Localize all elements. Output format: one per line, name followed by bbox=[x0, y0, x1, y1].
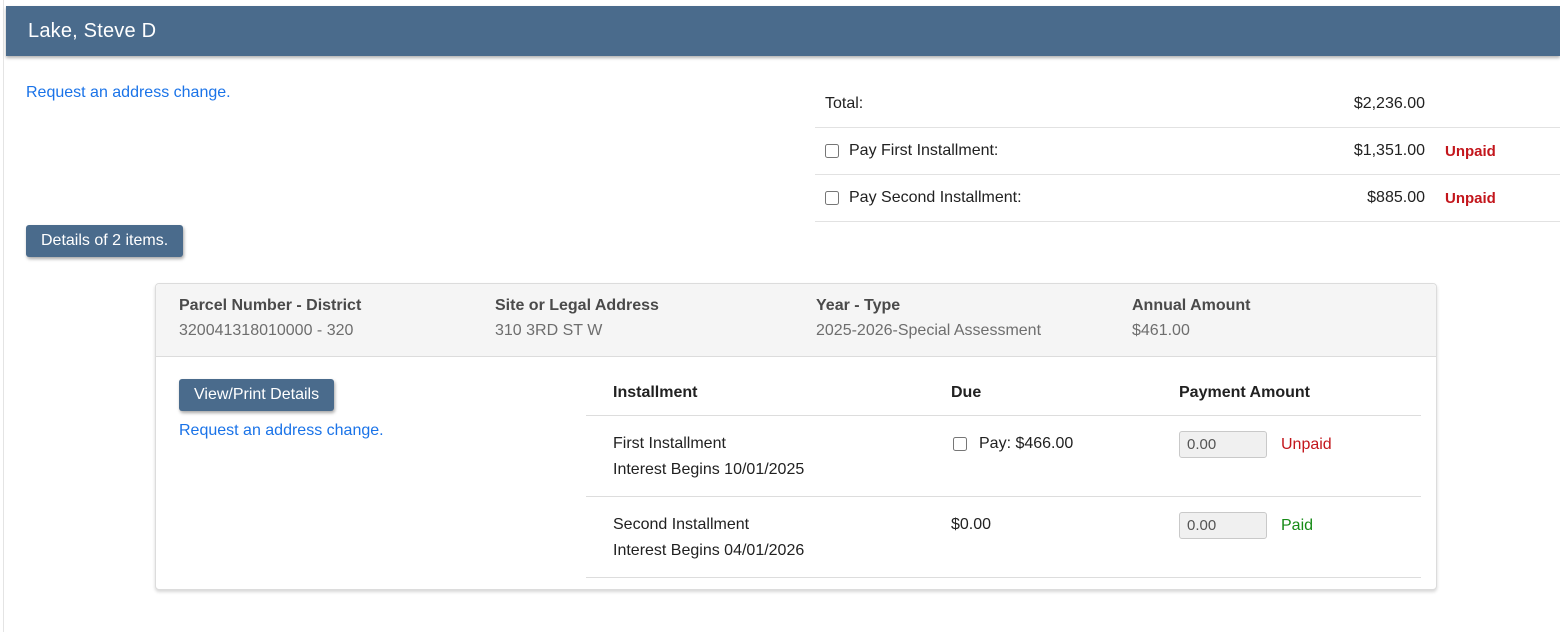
second-installment-label: Pay Second Installment: bbox=[849, 189, 1285, 207]
parcel-card: Parcel Number - District 320041318010000… bbox=[155, 283, 1437, 590]
account-name: Lake, Steve D bbox=[28, 20, 156, 43]
installment-column-header: Installment bbox=[613, 384, 951, 402]
page-left-border bbox=[3, 0, 4, 632]
installment-status: Paid bbox=[1281, 512, 1313, 539]
totals-table: Total: $2,236.00 Pay First Installment: … bbox=[815, 81, 1560, 222]
total-amount: $2,236.00 bbox=[1285, 95, 1425, 113]
installment-name: Second Installment bbox=[613, 512, 951, 538]
due-amount: $0.00 bbox=[951, 512, 991, 538]
address-change-link-card[interactable]: Request an address change. bbox=[179, 422, 384, 440]
annual-amount-value: $461.00 bbox=[1132, 322, 1436, 340]
payment-amount-input[interactable] bbox=[1179, 431, 1267, 458]
year-type-label: Year - Type bbox=[816, 297, 1132, 315]
parcel-card-body: View/Print Details Request an address ch… bbox=[156, 357, 1436, 592]
parcel-number-column: Parcel Number - District 320041318010000… bbox=[179, 297, 495, 340]
year-type-value: 2025-2026-Special Assessment bbox=[816, 322, 1132, 340]
first-installment-table-row: First Installment Interest Begins 10/01/… bbox=[586, 416, 1421, 497]
pay-second-installment-checkbox[interactable] bbox=[825, 191, 839, 205]
annual-amount-column: Annual Amount $461.00 bbox=[1132, 297, 1436, 340]
site-address-label: Site or Legal Address bbox=[495, 297, 816, 315]
site-address-value: 310 3RD ST W bbox=[495, 322, 816, 340]
first-installment-amount: $1,351.00 bbox=[1285, 142, 1425, 160]
payment-amount-input[interactable] bbox=[1179, 512, 1267, 539]
first-installment-label: Pay First Installment: bbox=[849, 142, 1285, 160]
view-print-details-button[interactable]: View/Print Details bbox=[179, 379, 334, 411]
year-type-column: Year - Type 2025-2026-Special Assessment bbox=[816, 297, 1132, 340]
payment-amount-column-header: Payment Amount bbox=[1179, 384, 1421, 402]
installment-table: Installment Due Payment Amount First Ins… bbox=[586, 382, 1421, 578]
second-installment-status: Unpaid bbox=[1425, 190, 1560, 207]
interest-begins: Interest Begins 04/01/2026 bbox=[613, 538, 951, 564]
parcel-number-label: Parcel Number - District bbox=[179, 297, 495, 315]
parcel-card-header: Parcel Number - District 320041318010000… bbox=[156, 284, 1436, 357]
installment-name: First Installment bbox=[613, 431, 951, 457]
pay-first-installment-checkbox[interactable] bbox=[825, 144, 839, 158]
installment-status: Unpaid bbox=[1281, 431, 1332, 458]
due-amount: Pay: $466.00 bbox=[979, 431, 1073, 457]
details-button[interactable]: Details of 2 items. bbox=[26, 225, 183, 257]
account-header-bar: Lake, Steve D bbox=[6, 6, 1560, 56]
pay-installment-checkbox[interactable] bbox=[953, 437, 967, 451]
total-row: Total: $2,236.00 bbox=[815, 81, 1560, 128]
installment-table-header: Installment Due Payment Amount bbox=[586, 382, 1421, 416]
second-installment-row: Pay Second Installment: $885.00 Unpaid bbox=[815, 175, 1560, 222]
second-installment-amount: $885.00 bbox=[1285, 189, 1425, 207]
second-installment-table-row: Second Installment Interest Begins 04/01… bbox=[586, 497, 1421, 578]
due-column-header: Due bbox=[951, 384, 1179, 402]
first-installment-row: Pay First Installment: $1,351.00 Unpaid bbox=[815, 128, 1560, 175]
site-address-column: Site or Legal Address 310 3RD ST W bbox=[495, 297, 816, 340]
annual-amount-label: Annual Amount bbox=[1132, 297, 1436, 315]
first-installment-status: Unpaid bbox=[1425, 143, 1560, 160]
address-change-link[interactable]: Request an address change. bbox=[26, 84, 231, 102]
parcel-number-value: 320041318010000 - 320 bbox=[179, 322, 495, 340]
total-label: Total: bbox=[825, 95, 1285, 113]
interest-begins: Interest Begins 10/01/2025 bbox=[613, 457, 951, 483]
